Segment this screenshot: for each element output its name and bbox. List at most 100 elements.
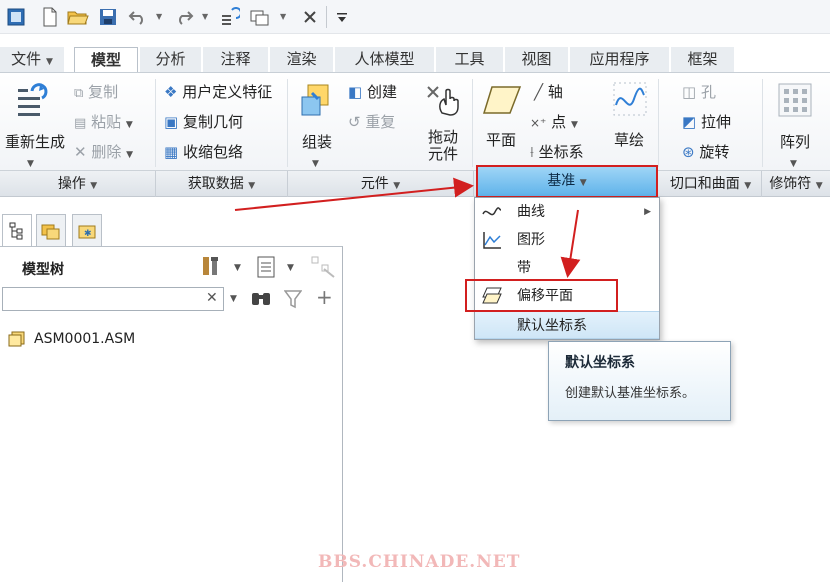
tab-framework[interactable]: 框架 [671, 47, 735, 72]
tab-label: 框架 [687, 50, 718, 68]
hole-label: 孔 [700, 83, 716, 101]
revolve-button[interactable]: ⊛ 旋转 [682, 141, 729, 162]
menu-item-graph[interactable]: 图形 [475, 226, 659, 254]
tab-model[interactable]: 模型 [74, 47, 138, 73]
customize-icon[interactable] [330, 5, 354, 29]
chevron-down-icon: ▼ [579, 178, 587, 188]
pattern-button[interactable]: 阵列 ▼ [780, 131, 810, 170]
group-datum[interactable]: 基准 ▼ [476, 165, 658, 198]
group-get-data[interactable]: 获取数据 ▼ [156, 171, 288, 197]
shrinkwrap-button[interactable]: ▦ 收缩包络 [164, 141, 243, 162]
tab-render[interactable]: 渲染 [270, 47, 334, 72]
coordinate-system-button[interactable]: ⟊ 坐标系 [530, 141, 584, 162]
sketch-button[interactable]: 草绘 [614, 129, 644, 150]
tab-label: 分析 [155, 50, 186, 68]
settings-list-icon[interactable] [256, 255, 276, 279]
model-tree-tab[interactable] [2, 214, 32, 246]
group-modifiers[interactable]: 修饰符 ▼ [762, 171, 830, 197]
plane-icon [482, 85, 522, 115]
save-icon[interactable] [96, 5, 120, 29]
tree-item-asm[interactable]: ASM0001.ASM [8, 331, 135, 347]
tab-view[interactable]: 视图 [505, 47, 569, 72]
extrude-button[interactable]: ◩ 拉伸 [682, 111, 731, 132]
point-button[interactable]: ×⁺ 点 ▼ [530, 111, 578, 132]
create-button[interactable]: ◧ 创建 [348, 81, 397, 102]
chevron-down-icon: ▼ [570, 120, 578, 130]
hole-button[interactable]: ◫ 孔 [682, 81, 716, 102]
repeat-button[interactable]: ↺ 重复 [348, 111, 395, 132]
tools-icon[interactable] [200, 255, 222, 279]
menu-item-ribbon[interactable]: 带 [475, 254, 659, 282]
group-cut-surface[interactable]: 切口和曲面 ▼ [660, 171, 762, 197]
tab-annotate[interactable]: 注释 [203, 47, 269, 72]
add-icon[interactable]: + [316, 285, 333, 309]
new-file-icon[interactable] [38, 5, 62, 29]
favorites-tab[interactable]: ✱ [72, 214, 102, 246]
folder-browser-tab[interactable] [36, 214, 66, 246]
undo-icon[interactable] [126, 5, 150, 29]
chevron-down-icon: ▼ [744, 181, 752, 191]
tab-manikin[interactable]: 人体模型 [335, 47, 435, 72]
tab-file[interactable]: 文件 ▼ [0, 47, 65, 72]
group-component[interactable]: 元件 ▼ [288, 171, 474, 197]
assemble-label: 组装 [302, 133, 333, 151]
tab-label: 工具 [454, 50, 485, 68]
pattern-label: 阵列 [780, 133, 811, 151]
delete-button[interactable]: ✕ 删除 ▼ [74, 141, 133, 162]
axis-label: 轴 [547, 83, 563, 101]
copy-geometry-button[interactable]: ▣ 复制几何 [164, 111, 243, 132]
redo-icon[interactable] [172, 5, 196, 29]
tools-dropdown-icon[interactable]: ▼ [234, 263, 241, 273]
group-label: 切口和曲面 [669, 176, 740, 192]
tab-applications[interactable]: 应用程序 [570, 47, 670, 72]
group-label: 操作 [57, 176, 86, 192]
undo-dropdown-icon[interactable]: ▼ [156, 12, 164, 22]
assemble-button[interactable]: 组装 ▼ [302, 131, 332, 170]
find-binoculars-icon[interactable] [250, 289, 272, 309]
delete-label: 删除 [91, 143, 122, 161]
settings-dropdown-icon[interactable]: ▼ [287, 263, 294, 273]
model-tree-title: 模型树 [22, 262, 64, 278]
windows-icon[interactable] [248, 5, 272, 29]
windows-dropdown-icon[interactable]: ▼ [280, 12, 288, 22]
drag-components-button[interactable]: 拖动 元件 [428, 129, 458, 163]
redo-dropdown-icon[interactable]: ▼ [202, 12, 210, 22]
close-window-icon[interactable] [298, 5, 322, 29]
regenerate-button[interactable]: 重新生成 ▼ [5, 131, 65, 170]
tab-tools[interactable]: 工具 [436, 47, 504, 72]
filter-icon[interactable] [283, 289, 303, 309]
tab-label: 人体模型 [354, 50, 415, 68]
group-label: 基准 [547, 173, 576, 189]
user-defined-feature-button[interactable]: ❖ 用户定义特征 [164, 81, 272, 102]
copy-button[interactable]: ⧉ 复制 [74, 81, 118, 102]
menu-item-default-coord-sys[interactable]: 默认坐标系 [475, 311, 659, 339]
axis-button[interactable]: ╱ 轴 [534, 81, 563, 102]
regenerate-large-icon [14, 81, 54, 121]
tab-label: 文件 [11, 50, 42, 68]
clear-search-icon[interactable]: ✕ [206, 290, 218, 306]
extrude-icon: ◩ [682, 113, 697, 131]
chevron-down-icon: ▼ [790, 159, 797, 169]
window-icon[interactable] [4, 5, 28, 29]
folders-icon [41, 224, 60, 239]
tab-analysis[interactable]: 分析 [140, 47, 202, 72]
revolve-icon: ⊛ [682, 143, 695, 161]
group-separator [472, 79, 473, 167]
axis-icon: ╱ [534, 83, 544, 101]
revolve-label: 旋转 [699, 143, 730, 161]
menu-item-curve[interactable]: 曲线 ▶ [475, 198, 659, 226]
tab-label: 模型 [90, 51, 121, 69]
paste-button[interactable]: ▤ 粘贴 ▼ [74, 111, 133, 132]
group-separator [658, 79, 659, 167]
search-dropdown-icon[interactable]: ▼ [230, 294, 237, 304]
drag-label-1: 拖动 [428, 128, 459, 146]
plane-button[interactable]: 平面 [486, 129, 516, 150]
annotation-box-offset-plane [465, 279, 618, 312]
assembly-icon [8, 331, 25, 347]
regenerate-icon[interactable] [218, 5, 242, 29]
group-separator [155, 79, 156, 167]
group-operations[interactable]: 操作 ▼ [0, 171, 156, 197]
tree-filter-disabled-icon[interactable] [310, 255, 336, 279]
open-folder-icon[interactable] [66, 5, 90, 29]
model-tree-search-input[interactable] [2, 287, 224, 311]
